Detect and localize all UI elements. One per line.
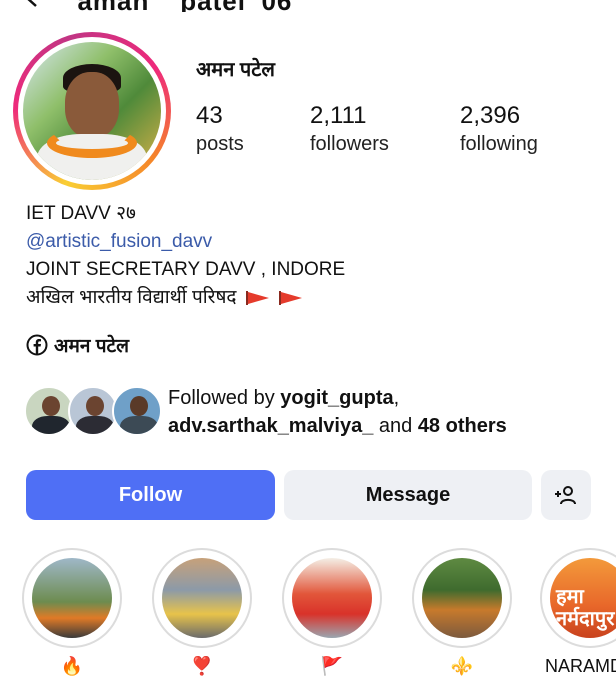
follow-button[interactable]: Follow	[26, 470, 275, 520]
facebook-icon	[26, 334, 48, 356]
bio-line-4-wrap: अखिल भारतीय विद्यार्थी परिषद	[26, 284, 345, 312]
highlight-2-image	[162, 558, 242, 638]
flag-icon	[245, 290, 269, 305]
highlight-1[interactable]: 🔥	[22, 548, 126, 678]
add-person-button[interactable]	[541, 470, 591, 520]
highlight-4-image	[422, 558, 502, 638]
followed-by-prefix: Followed by	[168, 387, 281, 409]
profile-avatar[interactable]	[13, 32, 171, 190]
back-arrow-icon[interactable]	[22, 0, 44, 8]
highlight-5-image-text: हमा नर्मदापुर	[556, 586, 615, 630]
bio-mention-link[interactable]: @artistic_fusion_davv	[26, 228, 345, 256]
add-person-icon	[555, 486, 576, 505]
highlight-3-image	[292, 558, 372, 638]
bio-line-1: IET DAVV २७	[26, 203, 136, 224]
mutual-avatar-2	[68, 386, 118, 436]
highlight-2[interactable]: ❣️	[152, 548, 256, 678]
stat-following-count: 2,396	[460, 102, 521, 129]
highlight-2-label: ❣️	[190, 656, 214, 676]
highlight-1-image	[32, 558, 112, 638]
profile-bio: IET DAVV २७ @artistic_fusion_davv JOINT …	[26, 200, 345, 312]
stat-followers-label: followers	[310, 133, 389, 155]
stat-followers[interactable]: 2,111 followers	[310, 102, 389, 158]
avatar-photo	[23, 42, 161, 180]
profile-username: _aman__patel_06	[62, 0, 292, 12]
highlight-1-label: 🔥	[60, 656, 84, 676]
flag-icon	[279, 290, 303, 305]
followed-by-user-2[interactable]: adv.sarthak_malviya_	[168, 415, 373, 437]
profile-display-name: अमन पटेल	[196, 59, 275, 81]
followed-by-sep: ,	[393, 387, 400, 409]
facebook-link[interactable]: अमन पटेल	[26, 332, 129, 358]
stat-following-label: following	[460, 133, 538, 155]
highlight-3-label: 🚩	[320, 656, 344, 676]
stat-posts-label: posts	[196, 133, 244, 155]
bio-line-3: JOINT SECRETARY DAVV , INDORE	[26, 259, 346, 280]
followed-by-and: and	[373, 415, 418, 437]
message-button[interactable]: Message	[284, 470, 532, 520]
stat-posts-count: 43	[196, 102, 223, 129]
highlight-3[interactable]: 🚩	[282, 548, 386, 678]
followed-by-user-1[interactable]: yogit_gupta	[280, 387, 393, 409]
top-bar: _aman__patel_06	[0, 0, 616, 12]
followed-by-row[interactable]: Followed by yogit_gupta, adv.sarthak_mal…	[24, 384, 604, 444]
stat-followers-count: 2,111	[310, 102, 367, 129]
highlight-5-label: NARAMDA	[544, 656, 616, 676]
highlight-4[interactable]: ⚜️	[412, 548, 516, 678]
followed-by-text: Followed by yogit_gupta, adv.sarthak_mal…	[168, 384, 507, 440]
highlight-5[interactable]: हमा नर्मदापुर NARAMDA	[540, 548, 616, 678]
followed-by-others[interactable]: 48 others	[418, 415, 507, 437]
stat-following[interactable]: 2,396 following	[460, 102, 538, 158]
highlight-4-label: ⚜️	[450, 656, 474, 676]
stat-posts[interactable]: 43 posts	[196, 102, 244, 158]
mutual-avatar-3	[112, 386, 162, 436]
mutual-avatar-1	[24, 386, 74, 436]
bio-line-4: अखिल भारतीय विद्यार्थी परिषद	[26, 287, 237, 308]
highlight-5-image: हमा नर्मदापुर	[550, 558, 616, 638]
facebook-name: अमन पटेल	[54, 336, 129, 357]
